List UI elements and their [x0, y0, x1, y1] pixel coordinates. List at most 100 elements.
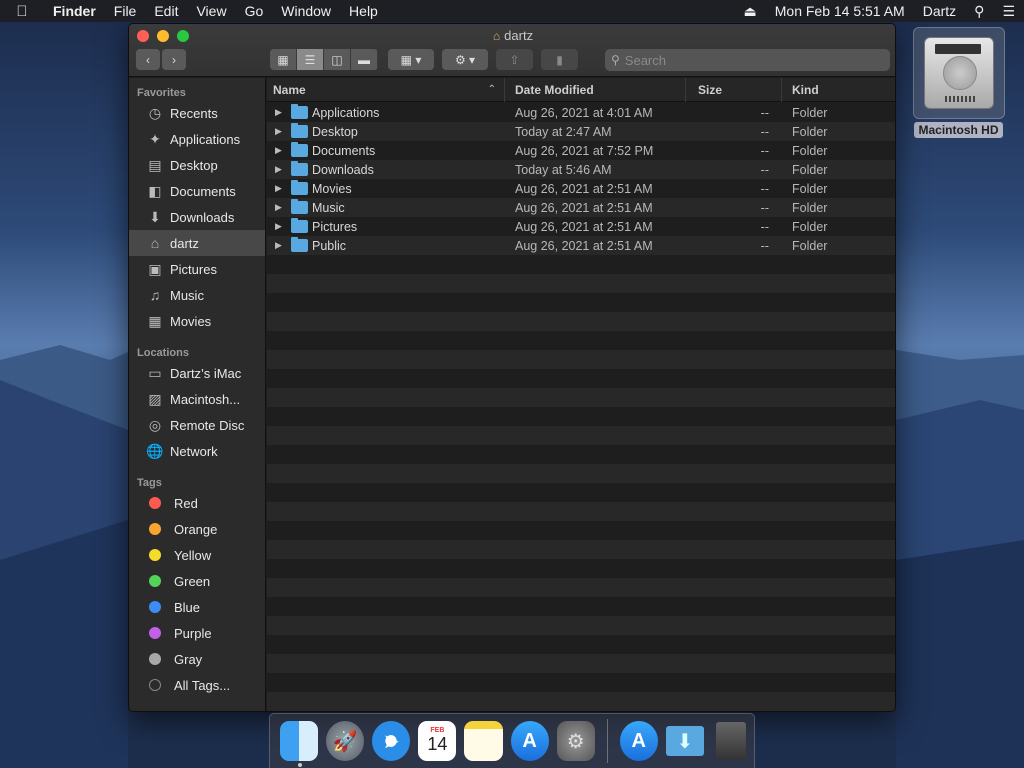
- file-kind: Folder: [792, 200, 828, 215]
- dock-trash-icon[interactable]: [712, 721, 750, 761]
- file-date: Aug 26, 2021 at 7:52 PM: [515, 143, 654, 158]
- sidebar-tag-red[interactable]: Red: [129, 490, 265, 516]
- search-input[interactable]: [624, 52, 875, 68]
- table-row[interactable]: ▶ Movies Aug 26, 2021 at 2:51 AM -- Folde…: [267, 179, 895, 198]
- file-size: --: [760, 124, 769, 139]
- sidebar-item-recents[interactable]: ◷ Recents: [129, 100, 265, 126]
- table-row[interactable]: ▶ Pictures Aug 26, 2021 at 2:51 AM -- Fol…: [267, 217, 895, 236]
- disc-icon: ◎: [148, 416, 162, 433]
- tag-dot-icon: [149, 575, 161, 587]
- sidebar-tag-yellow[interactable]: Yellow: [129, 542, 265, 568]
- sidebar-item-label: Desktop: [170, 157, 218, 173]
- sidebar-item-downloads[interactable]: ⬇ Downloads: [129, 204, 265, 230]
- file-name: Desktop: [312, 124, 358, 139]
- disclosure-triangle-icon[interactable]: ▶: [275, 202, 291, 213]
- spotlight-icon[interactable]: ⚲: [965, 3, 993, 20]
- dock-finder-icon[interactable]: [280, 721, 319, 767]
- menu-bar:  Finder File Edit View Go Window Help ⏏…: [0, 0, 1024, 22]
- tags-button[interactable]: ▮: [541, 49, 578, 70]
- list-view-button[interactable]: ☰: [297, 49, 324, 70]
- menu-window[interactable]: Window: [272, 3, 340, 19]
- column-header-name[interactable]: Name ⌃: [267, 77, 505, 102]
- desktop-hd-icon[interactable]: Macintosh HD: [911, 27, 1006, 145]
- clock-icon: ◷: [148, 104, 162, 121]
- finder-window: ⌂dartz ‹ › ▦ ☰ ◫ ▬ ▦ ▾ ⚙ ▾ ⇧ ▮ ⚲ Favorit…: [128, 23, 896, 712]
- folder-icon: [291, 218, 308, 233]
- sidebar-item-dartz[interactable]: ⌂ dartz: [129, 230, 265, 256]
- file-name: Public: [312, 238, 347, 253]
- dock-calendar-icon[interactable]: FEB 14: [418, 721, 457, 761]
- user-menu[interactable]: Dartz: [914, 3, 965, 19]
- sidebar-item-label: Blue: [174, 599, 201, 615]
- clock-text[interactable]: Mon Feb 14 5:51 AM: [766, 3, 914, 19]
- table-row[interactable]: ▶ Documents Aug 26, 2021 at 7:52 PM -- Fo…: [267, 141, 895, 160]
- table-row[interactable]: ▶ Public Aug 26, 2021 at 2:51 AM -- Folde…: [267, 236, 895, 255]
- window-title: ⌂ dartz: [129, 28, 895, 43]
- table-row[interactable]: ▶ Applications Aug 26, 2021 at 4:01 AM --…: [267, 103, 895, 122]
- forward-button[interactable]: ›: [162, 49, 186, 70]
- column-header-size[interactable]: Size: [686, 77, 782, 102]
- file-name: Movies: [312, 181, 352, 196]
- search-field[interactable]: ⚲: [605, 49, 890, 71]
- dock-downloads-icon[interactable]: ⬇: [665, 726, 704, 756]
- dock-applications-folder-icon[interactable]: A: [619, 721, 658, 761]
- locations-heading: Locations: [137, 347, 189, 359]
- action-button[interactable]: ⚙ ▾: [442, 49, 488, 70]
- menu-file[interactable]: File: [105, 3, 146, 19]
- eject-icon[interactable]: ⏏: [735, 3, 766, 20]
- menu-go[interactable]: Go: [236, 3, 273, 19]
- sidebar-tag-blue[interactable]: Blue: [129, 594, 265, 620]
- icon-view-button[interactable]: ▦: [270, 49, 297, 70]
- sidebar-item-label: Green: [174, 573, 211, 589]
- disclosure-triangle-icon[interactable]: ▶: [275, 126, 291, 137]
- sidebar-item-music[interactable]: ♫ Music: [129, 282, 265, 308]
- sidebar-tag-orange[interactable]: Orange: [129, 516, 265, 542]
- disclosure-triangle-icon[interactable]: ▶: [275, 240, 291, 251]
- dock-safari-icon[interactable]: ➤: [372, 721, 411, 761]
- sidebar-item-movies[interactable]: ▦ Movies: [129, 308, 265, 334]
- disclosure-triangle-icon[interactable]: ▶: [275, 107, 291, 118]
- back-button[interactable]: ‹: [136, 49, 160, 70]
- sidebar-item-label: All Tags...: [174, 677, 231, 693]
- sidebar-tag-gray[interactable]: Gray: [129, 646, 265, 672]
- sidebar-tag-purple[interactable]: Purple: [129, 620, 265, 646]
- dock-notes-icon[interactable]: [464, 721, 503, 761]
- table-row[interactable]: ▶ Desktop Today at 2:47 AM -- Folder: [267, 122, 895, 141]
- file-name: Music: [312, 200, 345, 215]
- sidebar-item-pictures[interactable]: ▣ Pictures: [129, 256, 265, 282]
- disclosure-triangle-icon[interactable]: ▶: [275, 221, 291, 232]
- desktop-icon: ▤: [148, 156, 162, 173]
- dock-system-preferences-icon[interactable]: ⚙: [556, 721, 595, 761]
- table-row[interactable]: ▶ Downloads Today at 5:46 AM -- Folder: [267, 160, 895, 179]
- sidebar-item-macintosh-hd[interactable]: ▨ Macintosh...: [129, 386, 265, 412]
- group-icon: ▦ ▾: [400, 52, 422, 67]
- column-view-button[interactable]: ◫: [324, 49, 351, 70]
- menu-app-name[interactable]: Finder: [44, 3, 105, 19]
- gallery-view-button[interactable]: ▬: [351, 49, 378, 70]
- sidebar-item-desktop[interactable]: ▤ Desktop: [129, 152, 265, 178]
- disclosure-triangle-icon[interactable]: ▶: [275, 183, 291, 194]
- sidebar-item-remote-disc[interactable]: ◎ Remote Disc: [129, 412, 265, 438]
- sidebar-tag-green[interactable]: Green: [129, 568, 265, 594]
- sidebar-item-documents[interactable]: ◧ Documents: [129, 178, 265, 204]
- share-button[interactable]: ⇧: [496, 49, 533, 70]
- dock-app-store-icon[interactable]: A: [510, 721, 549, 761]
- sidebar-tag-all[interactable]: All Tags...: [129, 672, 265, 698]
- gallery-icon: ▬: [358, 52, 370, 67]
- notification-center-icon[interactable]: ☰: [993, 3, 1024, 20]
- sidebar-item-network[interactable]: 🌐 Network: [129, 438, 265, 464]
- menu-edit[interactable]: Edit: [145, 3, 187, 19]
- sidebar-item-applications[interactable]: ✦ Applications: [129, 126, 265, 152]
- menu-view[interactable]: View: [187, 3, 235, 19]
- dock-launchpad-icon[interactable]: 🚀: [326, 721, 365, 761]
- disclosure-triangle-icon[interactable]: ▶: [275, 164, 291, 175]
- column-header-date[interactable]: Date Modified: [505, 77, 686, 102]
- sidebar-item-imac[interactable]: ▭ Dartz’s iMac: [129, 360, 265, 386]
- column-header-kind[interactable]: Kind: [782, 78, 895, 102]
- apple-icon[interactable]: : [0, 3, 44, 20]
- table-row[interactable]: ▶ Music Aug 26, 2021 at 2:51 AM -- Folder: [267, 198, 895, 217]
- chevron-right-icon: ›: [172, 52, 176, 67]
- group-button[interactable]: ▦ ▾: [388, 49, 434, 70]
- disclosure-triangle-icon[interactable]: ▶: [275, 145, 291, 156]
- menu-help[interactable]: Help: [340, 3, 387, 19]
